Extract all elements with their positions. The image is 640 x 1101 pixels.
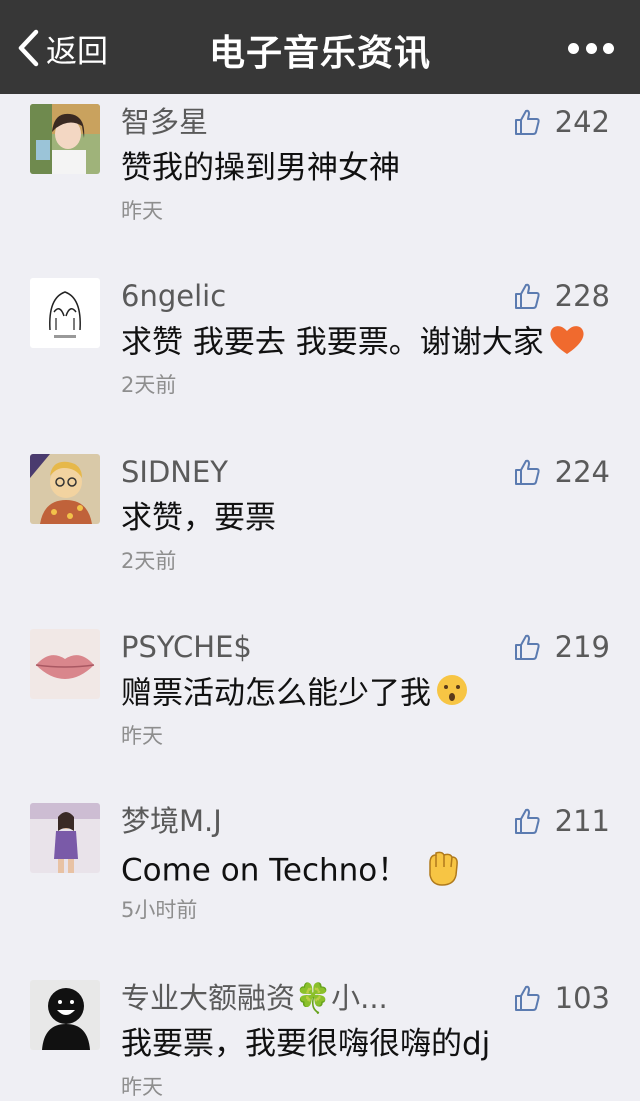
- thumbs-up-icon: [514, 985, 540, 1011]
- woman-photo-avatar: [30, 803, 100, 873]
- comment-list: 智多星 242 赞我的操到男神女神 昨天 6ngelic 228 求赞 我要去 …: [0, 94, 640, 1101]
- comment-text: 求赞，要票: [121, 500, 276, 536]
- hushed-face-icon: [435, 673, 469, 717]
- thumbs-up-icon: [514, 283, 540, 309]
- like-count: 228: [554, 279, 610, 313]
- avatar[interactable]: [30, 980, 100, 1050]
- thumbs-up-icon: [514, 808, 540, 834]
- thumbs-up-icon: [514, 459, 540, 485]
- comment-text: Come on Techno！: [121, 847, 462, 897]
- like-count: 242: [554, 105, 610, 139]
- comment-nickname: SIDNEY: [121, 455, 229, 489]
- comment-time: 5小时前: [121, 898, 198, 922]
- smiling-shadow-avatar: [30, 980, 100, 1050]
- like-button[interactable]: 242: [513, 104, 610, 140]
- avatar[interactable]: [30, 104, 100, 174]
- comment-text: 求赞 我要去 我要票。谢谢大家: [121, 322, 586, 366]
- comment-time: 昨天: [121, 1075, 163, 1099]
- avatar[interactable]: [30, 278, 100, 348]
- like-button[interactable]: 211: [513, 803, 610, 839]
- comment-nickname: 智多星: [121, 105, 209, 139]
- comment-nickname: 专业大额融资🍀小...: [121, 981, 388, 1015]
- avatar[interactable]: [30, 803, 100, 873]
- no-look-sketch-avatar: [30, 278, 100, 348]
- like-button[interactable]: 219: [513, 629, 610, 665]
- navigation-bar: 返回 电子音乐资讯: [0, 0, 640, 94]
- comment-time: 2天前: [121, 549, 177, 573]
- more-dot-icon: [603, 42, 614, 54]
- like-count: 211: [554, 804, 610, 838]
- lips-photo-avatar: [30, 629, 100, 699]
- avatar[interactable]: [30, 454, 100, 524]
- like-button[interactable]: 228: [513, 278, 610, 314]
- page-title: 电子音乐资讯: [208, 33, 431, 74]
- avatar[interactable]: [30, 629, 100, 699]
- comment-text: 赞我的操到男神女神: [121, 150, 400, 186]
- comment-time: 昨天: [121, 724, 163, 748]
- comment-time: 昨天: [121, 199, 163, 223]
- girl-photo-avatar: [30, 104, 100, 174]
- more-dot-icon: [585, 42, 597, 54]
- more-options-button[interactable]: [568, 40, 614, 56]
- raised-fist-icon: [422, 847, 462, 897]
- like-count: 224: [554, 455, 610, 489]
- comment-text-body: 求赞 我要去 我要票。谢谢大家: [121, 324, 544, 361]
- comment-text: 赠票活动怎么能少了我: [121, 673, 469, 717]
- orange-heart-icon: [548, 322, 586, 366]
- like-button[interactable]: 103: [513, 980, 610, 1016]
- like-button[interactable]: 224: [513, 454, 610, 490]
- comment-nickname: PSYCHE$: [121, 630, 252, 664]
- thumbs-up-icon: [514, 109, 540, 135]
- more-dot-icon: [568, 42, 579, 54]
- thumbs-up-icon: [514, 634, 540, 660]
- like-count: 103: [554, 981, 610, 1015]
- cartoon-man-avatar: [30, 454, 100, 524]
- comment-text-body: Come on Techno！: [121, 852, 409, 889]
- comment-nickname: 梦境M.J: [121, 804, 222, 838]
- comment-nickname: 6ngelic: [121, 279, 227, 313]
- comment-time: 2天前: [121, 373, 177, 397]
- like-count: 219: [554, 630, 610, 664]
- comment-text: 我要票，我要很嗨很嗨的dj: [121, 1026, 491, 1062]
- comment-text-body: 赠票活动怎么能少了我: [121, 675, 431, 712]
